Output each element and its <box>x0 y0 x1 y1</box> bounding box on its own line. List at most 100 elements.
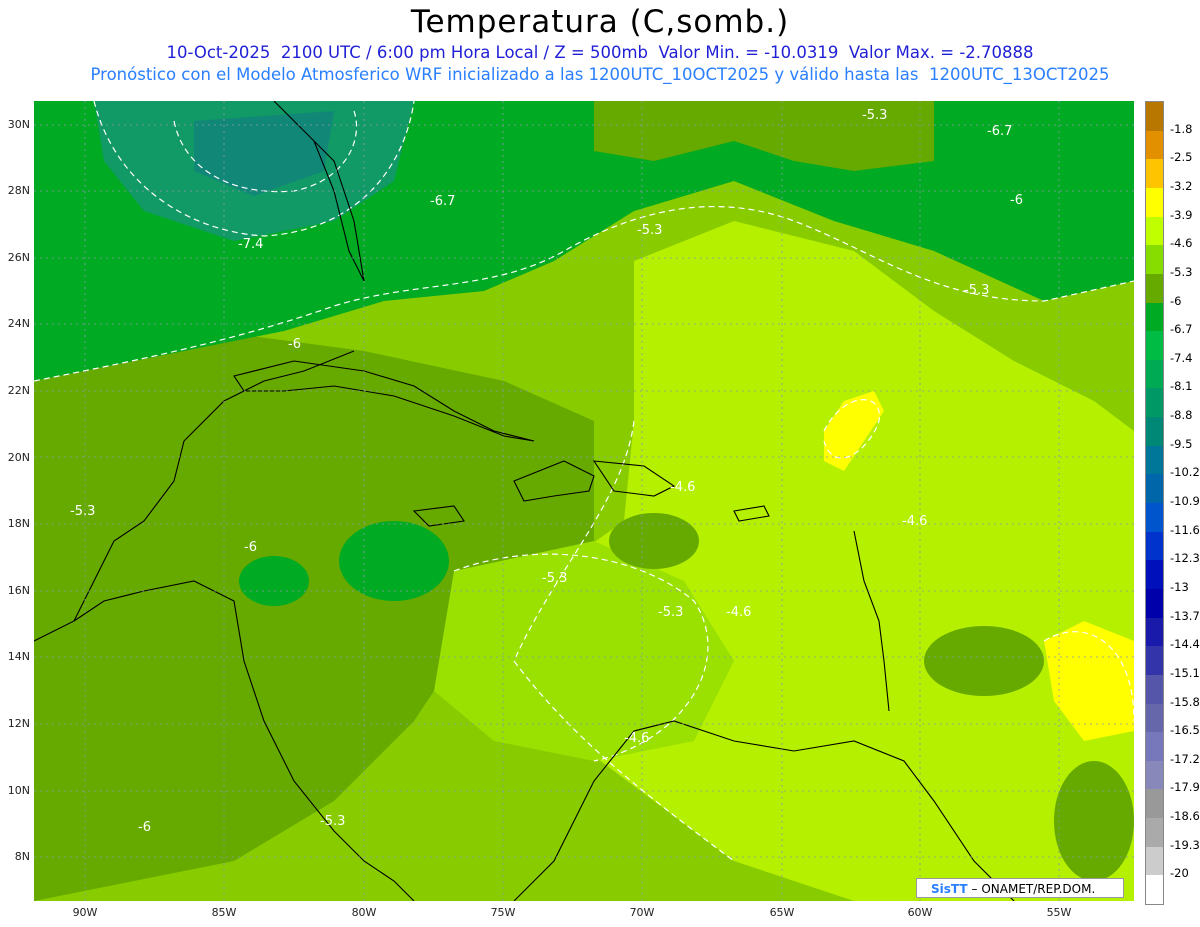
legend-swatch <box>1146 388 1163 418</box>
legend-swatch <box>1146 846 1163 876</box>
credit-box: SisTT – ONAMET/REP.DOM. <box>916 878 1124 898</box>
map-title: Temperatura (C,somb.) <box>410 4 790 40</box>
legend-swatch <box>1146 359 1163 389</box>
legend-label: -3.9 <box>1170 207 1193 222</box>
legend-swatch <box>1146 789 1163 819</box>
legend-label: -6 <box>1170 293 1182 308</box>
legend-swatch <box>1146 245 1163 275</box>
legend-swatch <box>1146 102 1163 132</box>
contour-label: -5.3 <box>70 504 95 519</box>
legend-label: -11.6 <box>1170 522 1200 537</box>
contour-label: -5.3 <box>964 283 989 298</box>
lat-label: 16N <box>7 584 30 597</box>
lat-label: 24N <box>7 317 30 330</box>
legend-swatch <box>1146 302 1163 332</box>
legend-swatch <box>1146 588 1163 619</box>
legend-label: -13.7 <box>1170 608 1200 623</box>
lat-label: 20N <box>7 451 30 464</box>
contour-label: -6 <box>1010 193 1023 208</box>
legend-label: -4.6 <box>1170 236 1193 251</box>
contour-label: -6 <box>288 337 301 352</box>
legend-swatch <box>1146 560 1163 590</box>
contour-label: -5.3 <box>320 814 345 829</box>
cold-patch-caribbean <box>339 521 449 601</box>
legend-label: -19.3 <box>1170 837 1200 852</box>
contour-label: -6 <box>244 540 257 555</box>
contour-label: -4.6 <box>670 480 695 495</box>
legend-swatch <box>1146 818 1163 848</box>
contour-label: -5.3 <box>862 108 887 123</box>
contour-label: -4.6 <box>624 731 649 746</box>
legend-label: -16.5 <box>1170 723 1200 738</box>
legend-swatch <box>1146 617 1163 647</box>
legend-label: -1.8 <box>1170 121 1193 136</box>
legend-label: -18.6 <box>1170 809 1200 824</box>
lat-label: 22N <box>7 384 30 397</box>
lat-label: 18N <box>7 517 30 530</box>
contour-label: -4.6 <box>902 514 927 529</box>
legend-swatch <box>1146 646 1163 676</box>
contour-label: -5.3 <box>637 223 662 238</box>
legend-swatch <box>1146 674 1163 704</box>
contour-label: -6.7 <box>430 194 455 209</box>
lon-label: 70W <box>629 906 655 919</box>
legend-label: -15.1 <box>1170 665 1200 680</box>
legend-swatch <box>1146 732 1163 762</box>
legend-label: -7.4 <box>1170 350 1193 365</box>
legend-label: -17.2 <box>1170 751 1200 766</box>
lat-label: 30N <box>7 118 30 131</box>
cold-patch-pacific <box>54 701 174 861</box>
lon-label: 80W <box>351 906 377 919</box>
color-legend <box>1145 101 1164 905</box>
legend-swatch <box>1146 703 1163 733</box>
credit-brand: SisTT <box>931 882 968 896</box>
cold-patch-east <box>924 626 1044 696</box>
legend-label: -15.8 <box>1170 694 1200 709</box>
legend-label: -9.5 <box>1170 436 1193 451</box>
legend-label: -3.2 <box>1170 178 1193 193</box>
legend-label: -14.4 <box>1170 637 1200 652</box>
legend-label: -8.8 <box>1170 408 1193 423</box>
lat-label: 10N <box>7 784 30 797</box>
legend-label: -2.5 <box>1170 150 1193 165</box>
contour-label: -6 <box>138 820 151 835</box>
legend-label: -6.7 <box>1170 322 1193 337</box>
legend-label: -12.3 <box>1170 551 1200 566</box>
lat-label: 12N <box>7 717 30 730</box>
legend-label: -20 <box>1170 866 1189 881</box>
legend-label: -10.2 <box>1170 465 1200 480</box>
legend-swatch <box>1146 216 1163 246</box>
legend-swatch <box>1146 273 1163 303</box>
cold-patch-caribbean-2 <box>239 556 309 606</box>
legend-label: -8.1 <box>1170 379 1193 394</box>
contour-label: -4.6 <box>726 605 751 620</box>
cold-patch-mid <box>609 513 699 569</box>
legend-swatch <box>1146 531 1163 561</box>
legend-swatch <box>1146 187 1163 218</box>
legend-swatch <box>1146 331 1163 361</box>
legend-swatch <box>1146 503 1163 533</box>
contour-label: -5.3 <box>542 571 567 586</box>
lat-label: 26N <box>7 251 30 264</box>
contour-label: -6.7 <box>987 124 1012 139</box>
subtitle-model-info: Pronóstico con el Modelo Atmosferico WRF… <box>90 65 1110 84</box>
lon-label: 75W <box>490 906 516 919</box>
legend-label: -5.3 <box>1170 264 1193 279</box>
cold-patch-southeast <box>1054 761 1134 881</box>
legend-swatch <box>1146 760 1163 790</box>
lon-label: 65W <box>769 906 795 919</box>
map-canvas: -5.3 -6.7 -6 -6.7 -5.3 -7.4 -6 -5.3 -5.3… <box>34 101 1134 901</box>
lat-label: 14N <box>7 650 30 663</box>
legend-swatch <box>1146 474 1163 504</box>
legend-label: -13 <box>1170 579 1189 594</box>
contour-label: -7.4 <box>238 237 263 252</box>
lat-label: 8N <box>14 850 30 863</box>
legend-label: -17.9 <box>1170 780 1200 795</box>
legend-swatch <box>1146 159 1163 189</box>
temperature-map[interactable]: -5.3 -6.7 -6 -6.7 -5.3 -7.4 -6 -5.3 -5.3… <box>34 101 1134 901</box>
lon-label: 60W <box>907 906 933 919</box>
lon-label: 90W <box>72 906 98 919</box>
lon-label: 85W <box>211 906 237 919</box>
legend-label: -10.9 <box>1170 494 1200 508</box>
legend-swatch <box>1146 875 1163 905</box>
